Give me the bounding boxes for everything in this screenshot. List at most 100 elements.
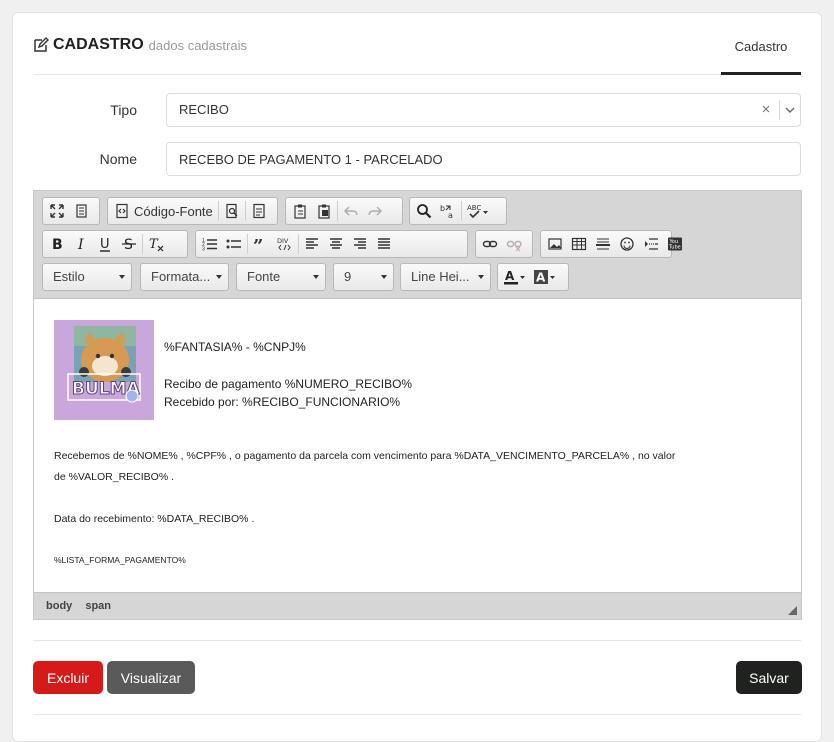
maximize-button[interactable] xyxy=(45,199,69,223)
tipo-value: RECIBO xyxy=(179,102,229,117)
resize-handle-icon[interactable] xyxy=(788,606,797,615)
svg-text:I: I xyxy=(77,237,84,252)
smiley-button[interactable] xyxy=(615,232,639,256)
bulleted-list-button[interactable] xyxy=(222,232,246,256)
content-paragraph-1a: Recebemos de %NOME% , %CPF% , o pagament… xyxy=(54,450,676,462)
youtube-button[interactable]: You Tube xyxy=(663,232,687,256)
paste-button[interactable] xyxy=(288,199,312,223)
editor-content[interactable]: BULMA %FANTASIA% - %CNPJ% Recibo de paga… xyxy=(34,299,801,593)
table-button[interactable] xyxy=(567,232,591,256)
toolbar-group-clipboard xyxy=(285,197,403,225)
spellcheck-icon: ABC xyxy=(467,204,488,219)
nome-label: Nome xyxy=(99,151,137,167)
delete-button[interactable]: Excluir xyxy=(33,661,103,694)
link-icon xyxy=(482,240,498,248)
line-height-select[interactable]: Line Hei... xyxy=(400,263,491,291)
preview-button[interactable] xyxy=(220,199,244,223)
rich-text-editor: Código-Fonte b a ABC B I U S T 1 2 3 ” D… xyxy=(33,190,802,620)
size-select[interactable]: 9 xyxy=(333,263,394,291)
content-line-funcionario: Recebido por: %RECIBO_FUNCIONARIO% xyxy=(164,395,401,409)
find-button[interactable] xyxy=(412,199,436,223)
italic-button[interactable]: I xyxy=(69,232,93,256)
svg-text:DIV: DIV xyxy=(277,237,289,245)
page-break-button[interactable] xyxy=(639,232,663,256)
bg-color-icon: A xyxy=(534,270,555,285)
numbered-list-button[interactable]: 123 xyxy=(198,232,222,256)
select-separator xyxy=(779,100,780,120)
horizontal-rule-button[interactable] xyxy=(591,232,615,256)
templates-button[interactable] xyxy=(247,199,271,223)
maximize-icon xyxy=(50,204,64,218)
numbered-list-icon: 123 xyxy=(202,238,217,252)
preview-icon xyxy=(226,203,238,219)
edit-icon xyxy=(34,37,49,52)
save-button[interactable]: Salvar xyxy=(736,661,802,694)
blockquote-icon: ” xyxy=(253,236,263,252)
tipo-select[interactable]: RECIBO × xyxy=(166,93,801,127)
unlink-button[interactable] xyxy=(502,232,526,256)
toolbar-group-links xyxy=(475,230,533,258)
show-blocks-button[interactable] xyxy=(69,199,93,223)
format-select[interactable]: Formata... xyxy=(140,263,229,291)
bold-icon: B xyxy=(52,237,63,252)
image-button[interactable] xyxy=(543,232,567,256)
style-select-label: Estilo xyxy=(53,269,85,284)
paste-word-button[interactable] xyxy=(312,199,336,223)
div-icon: DIV xyxy=(277,237,291,251)
text-color-button[interactable]: A xyxy=(500,265,530,289)
nome-row: Nome xyxy=(33,142,801,176)
toolbar-group-colors: A A xyxy=(497,263,569,291)
justify-button[interactable] xyxy=(372,232,396,256)
svg-text:”: ” xyxy=(253,236,263,252)
replace-button[interactable]: ba xyxy=(436,199,460,223)
italic-icon: I xyxy=(77,237,84,252)
templates-icon xyxy=(253,203,265,219)
caret-down-icon xyxy=(313,275,319,279)
div-button[interactable]: DIV xyxy=(273,232,297,256)
align-left-button[interactable] xyxy=(300,232,324,256)
unlink-icon xyxy=(506,240,522,252)
align-center-button[interactable] xyxy=(324,232,348,256)
tab-cadastro[interactable]: Cadastro xyxy=(721,13,801,75)
undo-button[interactable] xyxy=(339,199,363,223)
style-select[interactable]: Estilo xyxy=(42,263,132,291)
preview-record-button[interactable]: Visualizar xyxy=(107,661,195,694)
toolbar-separator xyxy=(337,201,338,221)
editor-toolbar: Código-Fonte b a ABC B I U S T 1 2 3 ” D… xyxy=(34,191,801,299)
toolbar-separator xyxy=(217,201,219,221)
strike-button[interactable]: S xyxy=(117,232,141,256)
caret-down-icon xyxy=(478,275,484,279)
svg-text:ABC: ABC xyxy=(467,204,481,212)
replace-icon: ba xyxy=(440,204,453,219)
page-title: CADASTRO xyxy=(53,36,144,53)
underline-button[interactable]: U xyxy=(93,232,117,256)
redo-button[interactable] xyxy=(363,199,387,223)
bulleted-list-icon xyxy=(226,239,241,249)
paste-word-icon xyxy=(318,204,330,219)
remove-format-button[interactable]: T xyxy=(144,232,168,256)
path-body[interactable]: body xyxy=(46,600,72,612)
remove-format-icon: T xyxy=(149,237,164,252)
align-right-button[interactable] xyxy=(348,232,372,256)
show-blocks-icon xyxy=(76,204,87,218)
font-select[interactable]: Fonte xyxy=(236,263,326,291)
source-button[interactable]: Código-Fonte xyxy=(110,199,217,223)
page-subtitle: dados cadastrais xyxy=(148,37,247,53)
content-line-recibo: Recibo de pagamento %NUMERO_RECIBO% xyxy=(164,377,413,391)
source-icon xyxy=(116,203,128,219)
chevron-down-icon[interactable] xyxy=(784,104,796,116)
link-button[interactable] xyxy=(478,232,502,256)
toolbar-separator xyxy=(298,234,299,254)
align-left-icon xyxy=(306,238,318,249)
path-span[interactable]: span xyxy=(85,600,111,612)
spellcheck-button[interactable]: ABC xyxy=(463,199,493,223)
nome-input[interactable] xyxy=(166,142,801,176)
blockquote-button[interactable]: ” xyxy=(249,232,273,256)
content-paragraph-1b: de %VALOR_RECIBO% . xyxy=(54,471,175,483)
bold-button[interactable]: B xyxy=(45,232,69,256)
clear-icon[interactable]: × xyxy=(758,94,774,126)
form-panel: CADASTRO dados cadastrais Cadastro Tipo … xyxy=(12,12,822,742)
svg-text:A: A xyxy=(505,269,515,283)
smiley-icon xyxy=(620,237,634,251)
bg-color-button[interactable]: A xyxy=(530,265,560,289)
